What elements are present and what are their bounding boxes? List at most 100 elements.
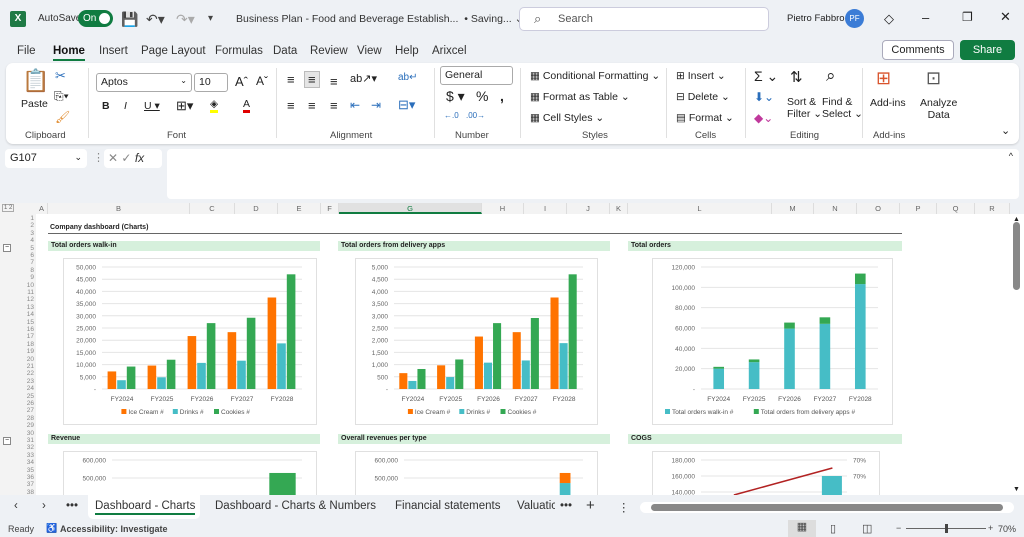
accessibility-icon[interactable]: ♿ (46, 523, 57, 534)
paste-button[interactable]: Paste (21, 98, 48, 110)
wrap-text-icon[interactable]: ab↵ (398, 72, 418, 83)
more-tabs-icon[interactable]: ••• (560, 500, 572, 512)
collapse-group-button[interactable]: − (3, 437, 11, 445)
zoom-slider-thumb[interactable] (945, 524, 948, 533)
comments-button[interactable]: Comments (882, 40, 954, 60)
clear-icon[interactable]: ◆⌄ (754, 111, 773, 125)
column-header-K[interactable]: K (610, 203, 628, 214)
column-header-J[interactable]: J (567, 203, 610, 214)
column-header-A[interactable]: A (36, 203, 48, 214)
row-header-25[interactable]: 25 (20, 393, 34, 400)
undo-icon[interactable]: ↶▾ (146, 11, 165, 28)
tab-help[interactable]: Help (395, 45, 419, 57)
comma-icon[interactable]: , (500, 88, 504, 104)
insert-cells-button[interactable]: ⊞ Insert ⌄ (676, 70, 726, 82)
find-select-button[interactable]: Find & Select ⌄ (822, 96, 863, 120)
row-header-19[interactable]: 19 (20, 348, 34, 355)
horizontal-scroll-thumb[interactable] (651, 504, 1003, 511)
autosum-icon[interactable]: Σ ⌄ (754, 68, 778, 85)
vertical-scroll-thumb[interactable] (1013, 222, 1020, 290)
sort-filter-icon[interactable]: ⇅ (790, 68, 803, 86)
zoom-in-icon[interactable]: + (988, 523, 993, 533)
row-header-34[interactable]: 34 (20, 459, 34, 466)
document-title[interactable]: Business Plan - Food and Beverage Establ… (236, 13, 523, 25)
percent-icon[interactable]: % (476, 88, 488, 104)
row-header-31[interactable]: 31 (20, 437, 34, 444)
align-middle-icon[interactable]: ≡ (304, 71, 320, 88)
tab-home[interactable]: Home (53, 45, 85, 61)
paste-icon[interactable]: 📋 (22, 68, 49, 94)
row-header-12[interactable]: 12 (20, 296, 34, 303)
increase-indent-icon[interactable]: ⇥ (371, 98, 381, 112)
column-header-P[interactable]: P (900, 203, 937, 214)
zoom-out-icon[interactable]: − (896, 523, 901, 533)
decrease-font-icon[interactable]: Aˇ (256, 74, 268, 88)
chart-revenue[interactable]: 500,000 600,000 (63, 451, 317, 495)
chart-revenues-per-type[interactable]: 500,000 600,000 (355, 451, 598, 495)
tab-review[interactable]: Review (310, 45, 348, 57)
tab-data[interactable]: Data (273, 45, 297, 57)
number-format-select[interactable]: General (440, 66, 513, 85)
worksheet[interactable]: Company dashboard (Charts) Total orders … (36, 214, 1010, 495)
row-header-9[interactable]: 9 (20, 274, 34, 281)
column-header-O[interactable]: O (857, 203, 900, 214)
tab-page-layout[interactable]: Page Layout (141, 45, 206, 57)
row-header-8[interactable]: 8 (20, 267, 34, 274)
chevron-up-icon[interactable]: ^ (1009, 151, 1013, 161)
analyze-data-button[interactable]: Analyze Data (920, 97, 957, 121)
column-header-N[interactable]: N (814, 203, 857, 214)
tab-file[interactable]: File (17, 45, 36, 57)
analyze-data-icon[interactable]: ⊡ (926, 68, 941, 89)
currency-icon[interactable]: $ ▾ (446, 88, 465, 105)
more-sheets-icon[interactable]: ••• (66, 500, 78, 512)
row-header-32[interactable]: 32 (20, 444, 34, 451)
customize-toolbar-icon[interactable]: ▾ (208, 13, 213, 24)
row-header-20[interactable]: 20 (20, 356, 34, 363)
row-header-2[interactable]: 2 (20, 222, 34, 229)
font-color-icon[interactable]: A (243, 98, 251, 113)
row-header-26[interactable]: 26 (20, 400, 34, 407)
sheet-tab-financial-statements[interactable]: Financial statements (395, 500, 500, 512)
column-header-Q[interactable]: Q (937, 203, 975, 214)
zoom-level[interactable]: 70% (998, 524, 1016, 534)
chart-total-orders[interactable]: - 20,000 40,000 60,000 80,000 100,000 120,000 F… (652, 258, 893, 425)
underline-icon[interactable]: U ▾ (144, 100, 160, 112)
conditional-formatting-button[interactable]: ▦ Conditional Formatting ⌄ (530, 70, 660, 82)
column-header-E[interactable]: E (278, 203, 321, 214)
format-cells-button[interactable]: ▤ Format ⌄ (676, 112, 734, 124)
row-header-24[interactable]: 24 (20, 385, 34, 392)
accessibility-status[interactable]: Accessibility: Investigate (60, 524, 168, 534)
next-sheet-icon[interactable]: › (42, 500, 46, 512)
column-header-M[interactable]: M (772, 203, 814, 214)
column-header-L[interactable]: L (628, 203, 772, 214)
column-header-F[interactable]: F (321, 203, 339, 214)
merge-center-icon[interactable]: ⊟▾ (398, 97, 415, 113)
row-header-4[interactable]: 4 (20, 237, 34, 244)
more-icon[interactable]: ⋮ (93, 151, 104, 164)
addins-icon[interactable]: ⊞ (876, 68, 891, 89)
addins-button[interactable]: Add-ins (870, 97, 906, 109)
row-header-33[interactable]: 33 (20, 452, 34, 459)
share-button[interactable]: Share (960, 40, 1015, 60)
align-top-icon[interactable]: ≡ (287, 72, 295, 87)
search-input[interactable]: ⌕ Search (519, 7, 769, 31)
redo-icon[interactable]: ↷▾ (176, 11, 195, 28)
fill-icon[interactable]: ⬇⌄ (754, 90, 774, 104)
cut-icon[interactable]: ✂ (55, 68, 66, 84)
tab-options-icon[interactable]: ⋮ (618, 500, 630, 514)
row-header-5[interactable]: 5 (20, 245, 34, 252)
row-header-23[interactable]: 23 (20, 378, 34, 385)
avatar[interactable]: PF (845, 9, 864, 28)
restore-icon[interactable]: ❐ (962, 10, 973, 24)
italic-icon[interactable]: I (124, 100, 127, 112)
decrease-decimal-icon[interactable]: .00→ (466, 111, 485, 120)
increase-decimal-icon[interactable]: ←.0 (444, 111, 459, 120)
increase-font-icon[interactable]: Aˆ (235, 74, 248, 89)
fill-color-icon[interactable]: ◈ (210, 98, 219, 113)
normal-view-icon[interactable]: ▦ (788, 520, 816, 537)
row-header-27[interactable]: 27 (20, 407, 34, 414)
row-header-16[interactable]: 16 (20, 326, 34, 333)
format-as-table-button[interactable]: ▦ Format as Table ⌄ (530, 91, 630, 103)
find-icon[interactable]: ⌕ (826, 66, 836, 86)
align-left-icon[interactable]: ≡ (287, 98, 295, 113)
